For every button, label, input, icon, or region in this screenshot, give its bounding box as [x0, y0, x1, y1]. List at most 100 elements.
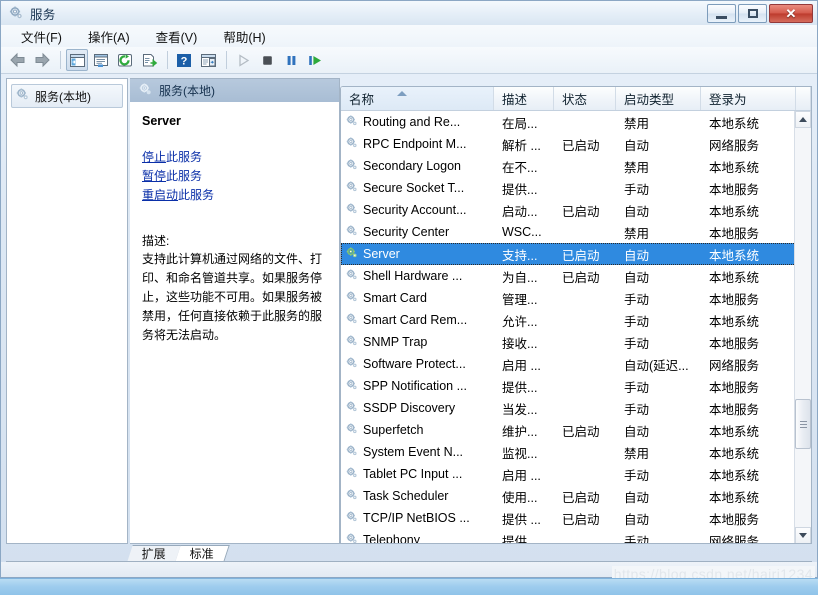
column-status[interactable]: 状态 — [554, 87, 616, 110]
tab-standard[interactable]: 标准 — [175, 545, 230, 562]
table-row[interactable]: Smart Card Rem... 允许... 手动 本地系统 — [341, 309, 796, 331]
pause-service-icon[interactable] — [280, 49, 302, 71]
cell-status: 已启动 — [562, 138, 600, 153]
table-row[interactable]: TCP/IP NetBIOS ... 提供 ... 已启动 自动 本地服务 — [341, 507, 796, 529]
scrollbar-thumb[interactable] — [795, 399, 811, 449]
tree-node-services-local[interactable]: 服务(本地) — [11, 84, 123, 108]
tab-extended[interactable]: 扩展 — [127, 545, 182, 562]
service-gear-icon — [345, 532, 359, 544]
scroll-up-button[interactable] — [795, 111, 811, 128]
table-row[interactable]: Secondary Logon 在不... 禁用 本地系统 — [341, 155, 796, 177]
cell-log-on-as: 本地系统 — [709, 204, 760, 219]
table-row[interactable]: Tablet PC Input ... 启用 ... 手动 本地系统 — [341, 463, 796, 485]
cell-log-on-as: 本地服务 — [709, 226, 760, 241]
close-button[interactable]: ✕ — [769, 4, 813, 23]
stop-service-icon[interactable] — [256, 49, 278, 71]
cell-startup-type: 手动 — [624, 534, 650, 544]
console-tree-pane: 服务(本地) — [6, 78, 128, 544]
table-row[interactable]: Task Scheduler 使用... 已启动 自动 本地系统 — [341, 485, 796, 507]
refresh-icon[interactable] — [114, 49, 136, 71]
cell-startup-type: 自动 — [624, 490, 650, 505]
cell-service-name: System Event N... — [341, 444, 494, 461]
services-rows[interactable]: Routing and Re... 在局... 禁用 本地系统 RPC Endpoint… — [341, 111, 796, 544]
toolbar-separator-1 — [60, 51, 61, 69]
list-vertical-scrollbar[interactable] — [794, 111, 811, 543]
back-arrow-icon[interactable] — [7, 49, 29, 71]
table-row[interactable]: Security Account... 启动... 已启动 自动 本地系统 — [341, 199, 796, 221]
cell-service-name: Server — [341, 246, 494, 263]
cell-startup-type: 手动 — [624, 314, 650, 329]
table-row[interactable]: Server 支持... 已启动 自动 本地系统 — [341, 243, 796, 265]
taskbar-strip — [0, 578, 818, 595]
help-icon[interactable]: ? — [173, 49, 195, 71]
column-name[interactable]: 名称 — [341, 87, 494, 110]
stop-service-link[interactable]: 停止此服务 — [142, 148, 331, 166]
table-row[interactable]: Superfetch 维护... 已启动 自动 本地系统 — [341, 419, 796, 441]
minimize-button[interactable] — [707, 4, 736, 23]
menu-file[interactable]: 文件(F) — [13, 25, 70, 48]
table-row[interactable]: Security Center WSC... 禁用 本地服务 — [341, 221, 796, 243]
pause-service-link[interactable]: 暂停此服务 — [142, 167, 331, 185]
table-row[interactable]: System Event N... 监视... 禁用 本地系统 — [341, 441, 796, 463]
cell-description: 接收... — [502, 336, 538, 351]
tab-standard-label: 标准 — [189, 547, 214, 561]
forward-arrow-icon[interactable] — [31, 49, 53, 71]
cell-log-on-as: 本地服务 — [709, 292, 760, 307]
service-gear-icon — [345, 488, 359, 505]
service-gear-icon — [345, 224, 359, 241]
column-name-label: 名称 — [349, 93, 375, 107]
cell-status: 已启动 — [562, 248, 600, 263]
cell-description: 维护... — [502, 424, 538, 439]
scroll-down-button[interactable] — [795, 527, 811, 543]
cell-log-on-as: 本地系统 — [709, 116, 760, 131]
column-status-label: 状态 — [562, 93, 588, 107]
show-hide-console-tree-icon[interactable] — [66, 49, 88, 71]
menu-view[interactable]: 查看(V) — [148, 25, 206, 48]
cell-description: 使用... — [502, 490, 538, 505]
table-row[interactable]: Shell Hardware ... 为自... 已启动 自动 本地系统 — [341, 265, 796, 287]
maximize-button[interactable] — [738, 4, 767, 23]
table-row[interactable]: Telephony 提供 手动 网络服务 — [341, 529, 796, 544]
table-row[interactable]: SNMP Trap 接收... 手动 本地服务 — [341, 331, 796, 353]
service-gear-icon — [345, 444, 359, 461]
column-description[interactable]: 描述 — [494, 87, 554, 110]
table-row[interactable]: SPP Notification ... 提供... 手动 本地服务 — [341, 375, 796, 397]
toolbar-separator-3 — [226, 51, 227, 69]
sort-ascending-icon — [397, 91, 407, 96]
restart-service-link[interactable]: 重启动此服务 — [142, 186, 331, 204]
tree-node-label: 服务(本地) — [35, 89, 91, 104]
service-gear-icon — [345, 114, 359, 131]
service-gear-icon — [345, 466, 359, 483]
table-row[interactable]: Secure Socket T... 提供... 手动 本地服务 — [341, 177, 796, 199]
service-gear-icon — [345, 510, 359, 527]
table-row[interactable]: SSDP Discovery 当发... 手动 本地服务 — [341, 397, 796, 419]
service-name-label: System Event N... — [363, 445, 464, 459]
cell-log-on-as: 网络服务 — [709, 358, 760, 373]
column-startup-type[interactable]: 启动类型 — [616, 87, 701, 110]
cell-description: 在局... — [502, 116, 538, 131]
pause-service-link-text: 暂停 — [142, 169, 167, 183]
service-name-label: Smart Card — [363, 291, 427, 305]
service-name-label: Telephony — [363, 533, 420, 544]
chevron-up-icon — [799, 117, 807, 122]
cell-startup-type: 手动 — [624, 292, 650, 307]
title-bar[interactable]: 服务 ✕ — [1, 1, 817, 25]
export-list-icon[interactable] — [138, 49, 160, 71]
cell-startup-type: 自动 — [624, 138, 650, 153]
table-row[interactable]: RPC Endpoint M... 解析 ... 已启动 自动 网络服务 — [341, 133, 796, 155]
table-row[interactable]: Smart Card 管理... 手动 本地服务 — [341, 287, 796, 309]
menu-action[interactable]: 操作(A) — [80, 25, 138, 48]
table-row[interactable]: Routing and Re... 在局... 禁用 本地系统 — [341, 111, 796, 133]
service-gear-icon — [345, 180, 359, 197]
cell-startup-type: 自动 — [624, 248, 650, 263]
cell-startup-type: 手动 — [624, 468, 650, 483]
table-row[interactable]: Software Protect... 启用 ... 自动(延迟... 网络服务 — [341, 353, 796, 375]
cell-description: 管理... — [502, 292, 538, 307]
cell-service-name: Security Account... — [341, 202, 494, 219]
menu-help[interactable]: 帮助(H) — [215, 25, 273, 48]
column-log-on-as[interactable]: 登录为 — [701, 87, 796, 110]
show-action-pane-icon[interactable] — [197, 49, 219, 71]
restart-service-icon[interactable] — [304, 49, 326, 71]
properties-icon[interactable] — [90, 49, 112, 71]
service-name-label: Secure Socket T... — [363, 181, 465, 195]
